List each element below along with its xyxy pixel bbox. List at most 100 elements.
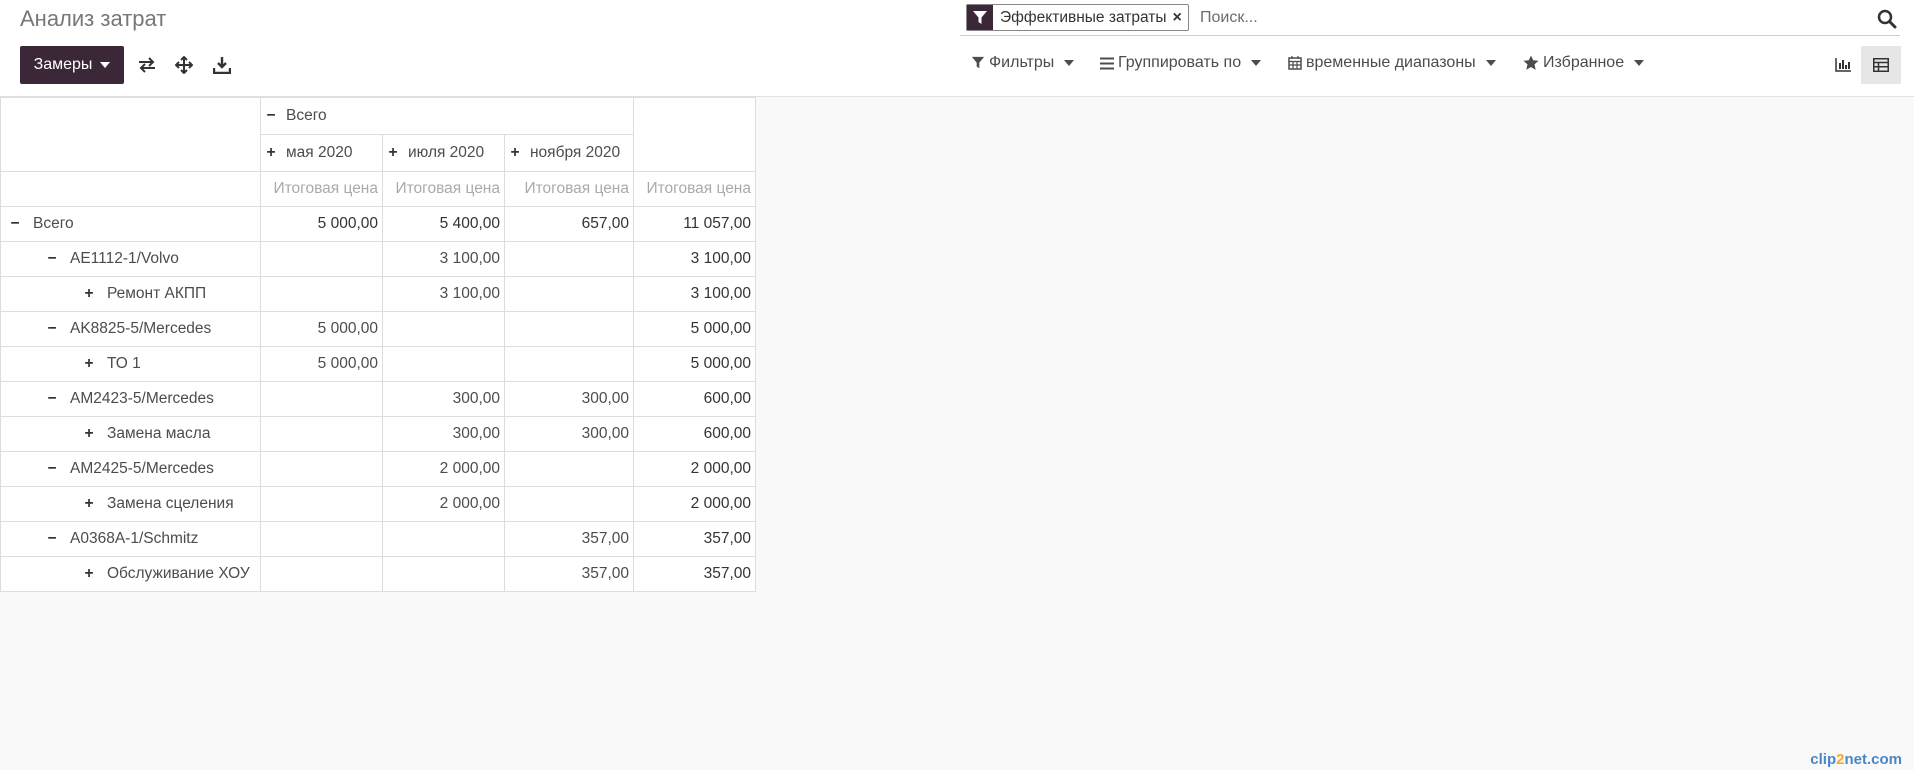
watermark-post: net.com [1844, 751, 1902, 768]
plus-icon: + [84, 565, 94, 582]
pivot-total-cell[interactable]: 3 100,00 [633, 276, 756, 312]
row-header[interactable]: + Замена масла [0, 416, 261, 452]
pivot-cell[interactable] [504, 451, 634, 487]
pivot-total-cell[interactable]: 600,00 [633, 416, 756, 452]
pivot-total-cell[interactable]: 2 000,00 [633, 451, 756, 487]
pivot-cell[interactable] [260, 276, 383, 312]
plus-icon: + [388, 144, 398, 161]
measures-button[interactable]: Замеры [20, 46, 124, 84]
expand-all-button[interactable] [169, 50, 199, 80]
measure-header[interactable]: Итоговая цена [260, 171, 383, 207]
pivot-total-cell[interactable]: 5 000,00 [633, 346, 756, 382]
col-header-november-2020[interactable]: + ноября 2020 [504, 134, 634, 172]
pivot-cell[interactable] [504, 346, 634, 382]
caret-down-icon [100, 62, 111, 68]
favorites-dropdown[interactable]: Избранное [1523, 50, 1645, 76]
pivot-cell[interactable]: 657,00 [504, 206, 634, 242]
pivot-cell[interactable] [260, 556, 383, 592]
pivot-cell[interactable] [504, 241, 634, 277]
col-header-total-empty [633, 97, 756, 172]
pivot-total-cell[interactable]: 600,00 [633, 381, 756, 417]
row-header[interactable]: − AE1112-1/Volvo [0, 241, 261, 277]
col-header-may-2020[interactable]: + мая 2020 [260, 134, 383, 172]
pivot-cell[interactable] [260, 451, 383, 487]
time-ranges-dropdown[interactable]: временные диапазоны [1288, 50, 1496, 76]
pivot-cell[interactable]: 300,00 [382, 416, 505, 452]
measure-corner [0, 171, 261, 207]
caret-down-icon [1251, 60, 1262, 66]
measure-header[interactable]: Итоговая цена [633, 171, 756, 207]
measure-header[interactable]: Итоговая цена [382, 171, 505, 207]
pivot-cell[interactable] [382, 346, 505, 382]
pivot-cell[interactable]: 3 100,00 [382, 241, 505, 277]
pivot-view: − Всего + мая 2020 + июля 2020 + ноября 2020… [0, 97, 756, 592]
plus-icon: + [84, 355, 94, 372]
measure-header[interactable]: Итоговая цена [504, 171, 634, 207]
table-row: − AM2423-5/Mercedes 300,00 300,00 600,00 [0, 381, 756, 417]
row-header[interactable]: + Ремонт АКПП [0, 276, 261, 312]
search-input[interactable] [1200, 4, 1820, 32]
row-header[interactable]: − Всего [0, 206, 261, 242]
pivot-cell[interactable] [260, 486, 383, 522]
pivot-cell[interactable]: 300,00 [504, 416, 634, 452]
pivot-cell[interactable] [504, 311, 634, 347]
pivot-cell[interactable]: 2 000,00 [382, 486, 505, 522]
plus-icon: + [84, 425, 94, 442]
pivot-cell[interactable]: 300,00 [382, 381, 505, 417]
row-header[interactable]: − AK8825-5/Mercedes [0, 311, 261, 347]
pivot-cell[interactable]: 5 000,00 [260, 346, 383, 382]
row-header[interactable]: + ТО 1 [0, 346, 261, 382]
pivot-cell[interactable] [504, 486, 634, 522]
pivot-cell[interactable]: 2 000,00 [382, 451, 505, 487]
minus-icon: − [47, 530, 57, 547]
pivot-cell[interactable] [260, 381, 383, 417]
facet-remove-icon[interactable]: × [1172, 5, 1187, 30]
bar-chart-icon [1835, 58, 1851, 72]
group-by-dropdown[interactable]: Группировать по [1100, 50, 1262, 76]
pivot-total-cell[interactable]: 5 000,00 [633, 311, 756, 347]
search-button[interactable] [1874, 6, 1900, 32]
pivot-total-cell[interactable]: 2 000,00 [633, 486, 756, 522]
search-facet: Эффективные затраты × [966, 4, 1189, 31]
pivot-cell[interactable]: 5 000,00 [260, 206, 383, 242]
pivot-total-cell[interactable]: 11 057,00 [633, 206, 756, 242]
flip-axis-button[interactable] [132, 50, 162, 80]
pivot-total-cell[interactable]: 3 100,00 [633, 241, 756, 277]
row-header[interactable]: + Замена сцеления [0, 486, 261, 522]
col-header-july-2020[interactable]: + июля 2020 [382, 134, 505, 172]
filter-icon [967, 5, 993, 30]
pivot-cell[interactable] [260, 521, 383, 557]
filters-dropdown[interactable]: Фильтры [971, 50, 1075, 76]
plus-icon: + [84, 495, 94, 512]
view-graph-button[interactable] [1823, 46, 1863, 84]
pivot-cell[interactable]: 3 100,00 [382, 276, 505, 312]
time-ranges-label: временные диапазоны [1306, 54, 1476, 71]
table-row: − AE1112-1/Volvo 3 100,00 3 100,00 [0, 241, 756, 277]
view-pivot-button[interactable] [1861, 46, 1901, 84]
pivot-cell[interactable]: 5 400,00 [382, 206, 505, 242]
row-header[interactable]: + Обслуживание ХОУ [0, 556, 261, 592]
pivot-cell[interactable] [504, 276, 634, 312]
caret-down-icon [1485, 60, 1496, 66]
pivot-cell[interactable]: 357,00 [504, 556, 634, 592]
row-header[interactable]: − AM2423-5/Mercedes [0, 381, 261, 417]
pivot-cell[interactable] [260, 241, 383, 277]
minus-icon: − [266, 107, 276, 124]
control-panel: Анализ затрат Замеры Эффективные затраты… [0, 0, 1914, 97]
search-bar: Эффективные затраты × [960, 0, 1900, 36]
pivot-cell[interactable]: 300,00 [504, 381, 634, 417]
pivot-cell[interactable] [382, 521, 505, 557]
pivot-cell[interactable]: 5 000,00 [260, 311, 383, 347]
watermark: clip2net.com [1810, 751, 1902, 768]
pivot-cell[interactable] [382, 556, 505, 592]
pivot-total-cell[interactable]: 357,00 [633, 521, 756, 557]
row-header[interactable]: − A0368A-1/Schmitz [0, 521, 261, 557]
col-header-total[interactable]: − Всего [260, 97, 634, 135]
pivot-corner [0, 97, 261, 172]
pivot-total-cell[interactable]: 357,00 [633, 556, 756, 592]
row-header[interactable]: − AM2425-5/Mercedes [0, 451, 261, 487]
pivot-cell[interactable] [260, 416, 383, 452]
download-button[interactable] [207, 50, 237, 80]
pivot-cell[interactable]: 357,00 [504, 521, 634, 557]
pivot-cell[interactable] [382, 311, 505, 347]
